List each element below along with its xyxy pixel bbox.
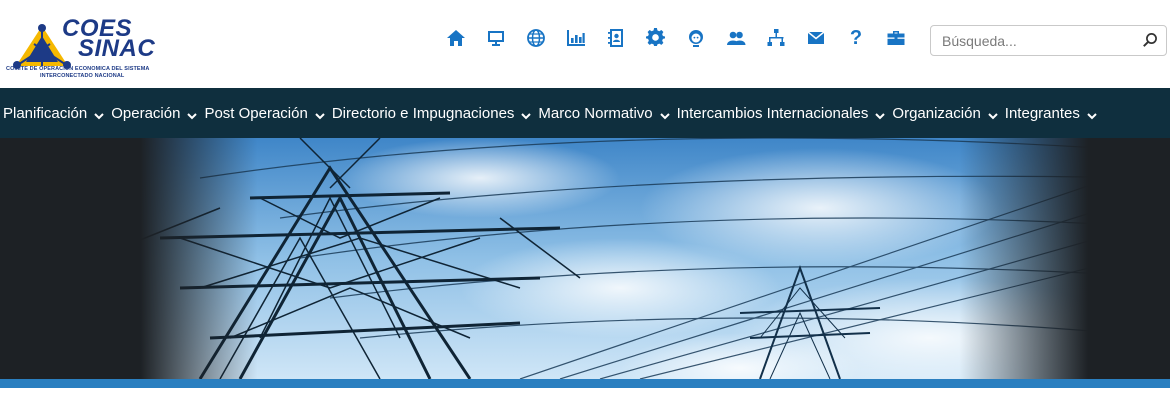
chevron-down-icon	[875, 108, 886, 120]
nav-item-planificacion[interactable]: Planificación	[0, 88, 108, 138]
chart-icon[interactable]	[558, 24, 594, 52]
chevron-down-icon	[94, 108, 104, 120]
home-icon[interactable]	[438, 24, 474, 52]
group-icon[interactable]	[718, 24, 754, 52]
site-header: COES SINAC COMITE DE OPERACION ECONOMICA…	[0, 0, 1170, 88]
nav-item-label: Marco Normativo	[538, 104, 653, 122]
chevron-down-icon	[315, 108, 325, 120]
nav-item-integrantes[interactable]: Integrantes	[1002, 88, 1101, 138]
search-icon[interactable]	[1142, 32, 1160, 50]
contacts-icon[interactable]	[598, 24, 634, 52]
hero-image	[0, 138, 1170, 379]
search-input[interactable]	[931, 26, 1131, 55]
chevron-down-icon	[521, 108, 532, 120]
gear-icon[interactable]	[638, 24, 674, 52]
content-area	[0, 388, 1170, 403]
chevron-down-icon	[988, 108, 998, 120]
chevron-down-icon	[1087, 108, 1097, 120]
logo-subtitle-line2: INTERCONECTADO NACIONAL	[40, 73, 125, 79]
briefcase-icon[interactable]	[878, 24, 914, 52]
monitor-icon[interactable]	[478, 24, 514, 52]
nav-item-directorio[interactable]: Directorio e Impugnaciones	[329, 88, 536, 138]
mail-icon[interactable]	[798, 24, 834, 52]
coes-sinac-logo[interactable]: COES SINAC COMITE DE OPERACION ECONOMICA…	[4, 16, 180, 86]
globe-icon[interactable]	[518, 24, 554, 52]
chevron-down-icon	[659, 108, 670, 120]
nav-item-label: Operación	[111, 104, 181, 122]
logo-text-sinac: SINAC	[78, 35, 156, 62]
hero-banner-power-lines	[0, 138, 1170, 379]
quick-links-toolbar: ?	[438, 24, 918, 52]
nav-item-label: Post Operación	[204, 104, 308, 122]
accent-bar	[0, 379, 1170, 388]
chevron-down-icon	[187, 108, 198, 120]
help-glyph: ?	[849, 27, 863, 49]
user-icon[interactable]	[678, 24, 714, 52]
nav-item-label: Planificación	[3, 104, 88, 122]
nav-item-marco-normativo[interactable]: Marco Normativo	[535, 88, 673, 138]
nav-item-label: Intercambios Internacionales	[676, 104, 869, 122]
nav-item-organizacion[interactable]: Organización	[889, 88, 1001, 138]
nav-item-label: Directorio e Impugnaciones	[331, 104, 515, 122]
main-navigation: Planificación Operación Post Operación D…	[0, 88, 1170, 138]
nav-item-operacion[interactable]: Operación	[108, 88, 201, 138]
nav-item-post-operacion[interactable]: Post Operación	[201, 88, 328, 138]
search-box	[930, 25, 1167, 56]
nav-item-intercambios[interactable]: Intercambios Internacionales	[674, 88, 890, 138]
sitemap-icon[interactable]	[758, 24, 794, 52]
nav-item-label: Organización	[892, 104, 981, 122]
help-icon[interactable]: ?	[838, 24, 874, 52]
nav-item-label: Integrantes	[1004, 104, 1080, 122]
logo-subtitle-line1: COMITE DE OPERACION ECONOMICA DEL SISTEM…	[6, 66, 150, 72]
